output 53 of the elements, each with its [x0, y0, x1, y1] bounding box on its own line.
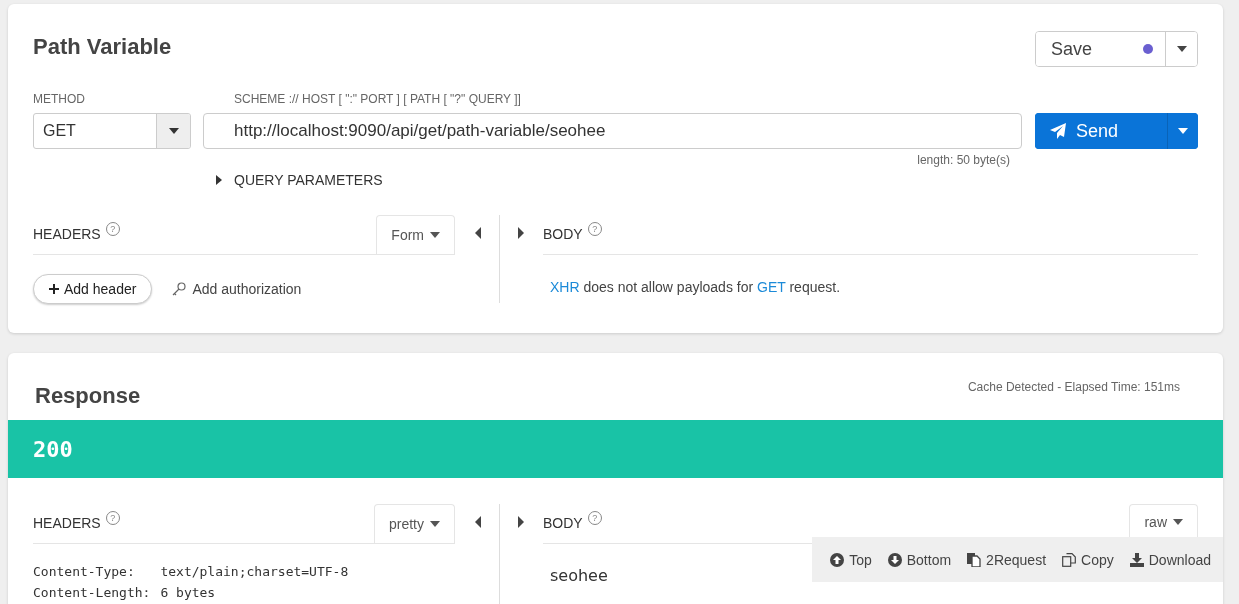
- response-body-text: seohee: [550, 566, 609, 585]
- documents-icon: [967, 552, 982, 567]
- caret-icon: [168, 128, 179, 134]
- query-parameters-toggle[interactable]: QUERY PARAMETERS: [216, 172, 383, 188]
- card-title: Path Variable: [33, 34, 172, 60]
- caret-icon: [430, 521, 440, 527]
- copy-icon: [1062, 552, 1077, 567]
- paper-plane-icon: [1050, 123, 1066, 139]
- header-value: text/plain;charset=UTF-8: [160, 564, 350, 579]
- caret-right-icon: [216, 175, 222, 185]
- field-label: METHOD: [33, 92, 86, 106]
- caret-icon: [1173, 518, 1183, 525]
- right-arrow-icon[interactable]: [517, 516, 524, 528]
- toolbar-button[interactable]: Bottom: [879, 551, 960, 568]
- left-arrow-icon[interactable]: [474, 516, 481, 528]
- card-title: Response: [35, 383, 141, 409]
- arrow-down-circle-icon: [887, 552, 902, 567]
- download-icon: [1129, 552, 1144, 567]
- caret-icon: [430, 232, 440, 238]
- length-text: length: 50 byte(s): [916, 153, 1011, 167]
- caret-icon: [1176, 46, 1187, 52]
- format-dropdown[interactable]: pretty: [374, 504, 455, 543]
- elapsed-time: Cache Detected - Elapsed Time: 151ms: [967, 380, 1180, 394]
- section-title: BODY: [543, 226, 583, 242]
- header-name: Content-Length:: [33, 585, 151, 600]
- save-button[interactable]: Save: [1036, 32, 1166, 66]
- status-code: 200: [33, 436, 73, 462]
- format-dropdown[interactable]: Form: [376, 215, 455, 254]
- section-title: BODY: [543, 515, 583, 531]
- toolbar-button[interactable]: Download: [1121, 551, 1219, 568]
- header-name: Content-Type:: [33, 564, 136, 579]
- format-dropdown[interactable]: raw: [1129, 504, 1198, 538]
- plus-icon: [49, 284, 59, 294]
- section-title: HEADERS: [33, 226, 101, 242]
- arrow-up-circle-icon: [830, 552, 845, 567]
- body-message: XHR does not allow payloads for GET request.: [550, 279, 842, 295]
- field-label: SCHEME :// HOST [ ":" PORT ] [ PATH [ "?" QUERY ]]: [233, 92, 522, 106]
- toolbar-button[interactable]: Copy: [1054, 551, 1122, 568]
- toolbar-button[interactable]: Top: [822, 551, 880, 568]
- url-field[interactable]: http://localhost:9090/api/get/path-variable/seohee: [203, 113, 1022, 149]
- add-authorization-link[interactable]: Add authorization: [172, 281, 302, 297]
- link[interactable]: GET: [757, 279, 786, 295]
- send-button[interactable]: Send: [1035, 113, 1168, 149]
- caret-icon: [1178, 128, 1188, 134]
- header-value: 6 bytes: [160, 585, 217, 600]
- add-header-button[interactable]: Add header: [33, 274, 153, 304]
- right-arrow-icon[interactable]: [517, 227, 524, 239]
- left-arrow-icon[interactable]: [474, 227, 481, 239]
- toolbar-button[interactable]: 2Request: [959, 551, 1055, 568]
- section-title: HEADERS: [33, 515, 101, 531]
- key-icon: [172, 282, 187, 296]
- method-select[interactable]: GET: [33, 113, 191, 149]
- link[interactable]: XHR: [550, 279, 580, 295]
